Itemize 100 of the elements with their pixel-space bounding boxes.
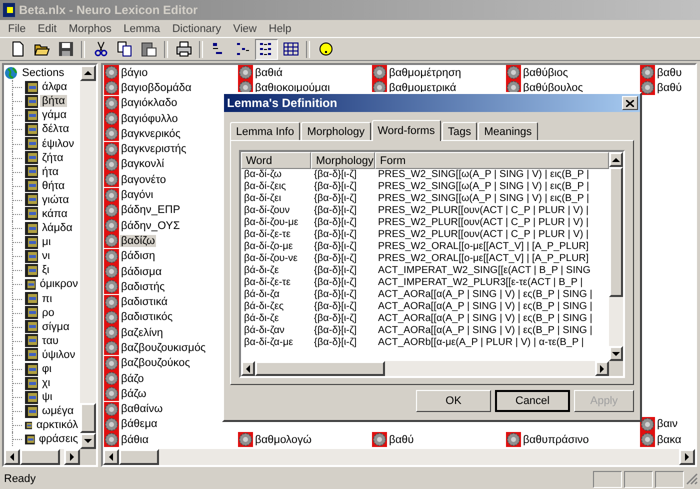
lemma-item[interactable]: βάδισμα xyxy=(120,266,163,278)
lemma-item[interactable]: βαγκονλί xyxy=(120,158,166,170)
lemma-item[interactable]: βαγκνερικός xyxy=(120,128,182,140)
lemma-item[interactable]: βαγιοβδομάδα xyxy=(120,82,192,94)
column-header[interactable]: Morphology xyxy=(311,152,375,169)
lemma-item[interactable]: βαδιστής xyxy=(120,280,166,293)
lemma-item[interactable]: βάδιση xyxy=(120,250,156,262)
tree-item[interactable]: μι xyxy=(40,236,53,248)
tree-item[interactable]: φι xyxy=(40,363,54,376)
menu-item[interactable]: View xyxy=(227,22,263,34)
lemma-item[interactable]: βαθαίνω xyxy=(120,403,164,416)
lemma-item[interactable]: βάθεμα xyxy=(120,418,158,430)
tree-item[interactable]: όμικρον xyxy=(38,278,80,290)
lemma-item[interactable]: βαζελίνη xyxy=(120,326,164,339)
close-button[interactable] xyxy=(622,96,638,110)
scroll-left-button[interactable] xyxy=(103,449,119,465)
tree-item[interactable]: κάπα xyxy=(40,208,70,220)
tab[interactable]: Meanings xyxy=(478,122,538,140)
menu-item[interactable]: File xyxy=(2,22,32,34)
scroll-left-button[interactable] xyxy=(4,449,20,465)
tab[interactable]: Morphology xyxy=(301,122,371,140)
tree-item[interactable]: γιώτα xyxy=(40,194,71,206)
scroll-thumb[interactable] xyxy=(609,167,623,297)
lemma-item[interactable]: βαθυ xyxy=(656,66,683,79)
scroll-left-button[interactable] xyxy=(241,361,255,376)
lemma-item[interactable]: βάζο xyxy=(120,372,145,385)
lemma-item[interactable]: βαθύβουλος xyxy=(522,82,584,94)
lemma-item[interactable]: βαγκνεριστής xyxy=(120,143,188,156)
tree-item[interactable]: θήτα xyxy=(40,180,67,192)
tree-item[interactable]: ψι xyxy=(40,391,54,404)
lemma-item[interactable]: βαθυπράσινο xyxy=(522,434,590,446)
menu-item[interactable]: Lemma xyxy=(118,22,166,34)
lemma-item[interactable]: βάθια xyxy=(120,434,150,446)
lemma-item[interactable]: βαδιστικός xyxy=(120,311,174,324)
scroll-up-button[interactable] xyxy=(80,65,96,81)
tree-item[interactable]: χι xyxy=(40,377,52,390)
lemma-item[interactable]: βαγόνι xyxy=(120,189,154,202)
tree-item[interactable]: φράσεις xyxy=(36,433,80,446)
lemma-item[interactable]: βαθύ xyxy=(388,434,415,446)
vertical-scrollbar[interactable] xyxy=(609,152,623,361)
tree-item[interactable]: ξι xyxy=(40,264,52,276)
lemma-item[interactable]: βάδην_ΕΠΡ xyxy=(120,204,182,216)
scroll-right-button[interactable] xyxy=(64,449,80,465)
tree-item[interactable]: ωμέγα xyxy=(40,405,76,418)
tree-item[interactable]: νι xyxy=(40,250,52,262)
scroll-right-button[interactable] xyxy=(595,361,609,376)
tree-item[interactable]: λάμδα xyxy=(40,222,75,234)
tree-item[interactable]: αρκτικόλ xyxy=(34,419,80,432)
lemma-item[interactable]: βαιν xyxy=(656,418,679,430)
tree-item[interactable]: βήτα xyxy=(40,95,67,108)
menu-item[interactable]: Edit xyxy=(32,22,63,34)
horizontal-scrollbar[interactable] xyxy=(241,361,609,376)
lemma-item[interactable]: βάγιο xyxy=(120,66,149,79)
tree-item[interactable]: Sections xyxy=(20,67,66,80)
lemma-item[interactable]: βακα xyxy=(656,434,682,446)
tree-item[interactable]: ζήτα xyxy=(40,152,66,164)
lemma-item[interactable]: βάδην_ΟΥΣ xyxy=(120,220,181,232)
tab[interactable]: Tags xyxy=(442,122,478,140)
column-header[interactable]: Word xyxy=(241,152,311,169)
menu-item[interactable]: Morphos xyxy=(62,22,118,34)
lemma-item[interactable]: βαδιστικά xyxy=(120,296,169,308)
list-button[interactable] xyxy=(255,38,278,60)
scroll-down-button[interactable] xyxy=(80,433,96,449)
tree-item[interactable]: γάμα xyxy=(40,109,69,122)
horizontal-scrollbar[interactable] xyxy=(4,449,80,465)
vertical-scrollbar[interactable] xyxy=(80,65,96,449)
tree-item[interactable]: ύψιλον xyxy=(40,348,78,361)
scroll-up-button[interactable] xyxy=(609,152,623,167)
dialog-button[interactable]: Cancel xyxy=(495,390,570,412)
lemma-item[interactable]: βάζω xyxy=(120,388,148,400)
scroll-thumb[interactable] xyxy=(20,449,60,465)
tree-item[interactable]: σίγμα xyxy=(40,320,72,333)
tree-item[interactable]: ήτα xyxy=(40,166,61,178)
scroll-right-button[interactable] xyxy=(679,449,695,465)
lemma-item[interactable]: βαθιοκοιμούμαι xyxy=(254,82,331,94)
scroll-down-button[interactable] xyxy=(609,346,623,361)
tree-item[interactable]: ταυ xyxy=(40,334,61,347)
lemma-item[interactable]: βαγιόκλαδο xyxy=(120,97,178,110)
menu-item[interactable]: Dictionary xyxy=(166,22,228,34)
scroll-thumb[interactable] xyxy=(80,403,96,433)
column-header[interactable]: Form xyxy=(375,152,609,169)
lemma-item[interactable]: βαθιά xyxy=(254,66,284,79)
lemma-item[interactable]: βαγιόφυλλο xyxy=(120,112,179,125)
scroll-thumb[interactable] xyxy=(255,361,385,376)
lemma-item[interactable]: βαγονέτο xyxy=(120,174,168,186)
lemma-item[interactable]: βαθμομετρικά xyxy=(388,82,458,94)
tree-item[interactable]: δέλτα xyxy=(40,123,72,136)
tree-item[interactable]: άλφα xyxy=(40,81,70,94)
tab[interactable]: Lemma Info xyxy=(230,122,300,140)
dialog-button[interactable]: OK xyxy=(416,390,491,412)
tab[interactable]: Word-forms xyxy=(372,120,441,141)
tree-item[interactable]: έψιλον xyxy=(40,138,76,150)
lemma-item[interactable]: βαθμολογώ xyxy=(254,434,313,446)
tree-item[interactable]: ρο xyxy=(40,306,56,319)
lemma-item[interactable]: βαζβουζουκισμός xyxy=(120,342,207,354)
menu-item[interactable]: Help xyxy=(262,22,298,34)
lemma-item[interactable]: βαζβουζούκος xyxy=(120,357,192,370)
lemma-item[interactable]: βαδίζω xyxy=(120,234,156,247)
lemma-item[interactable]: βαθύβιος xyxy=(522,66,570,79)
horizontal-scrollbar[interactable] xyxy=(103,449,695,465)
